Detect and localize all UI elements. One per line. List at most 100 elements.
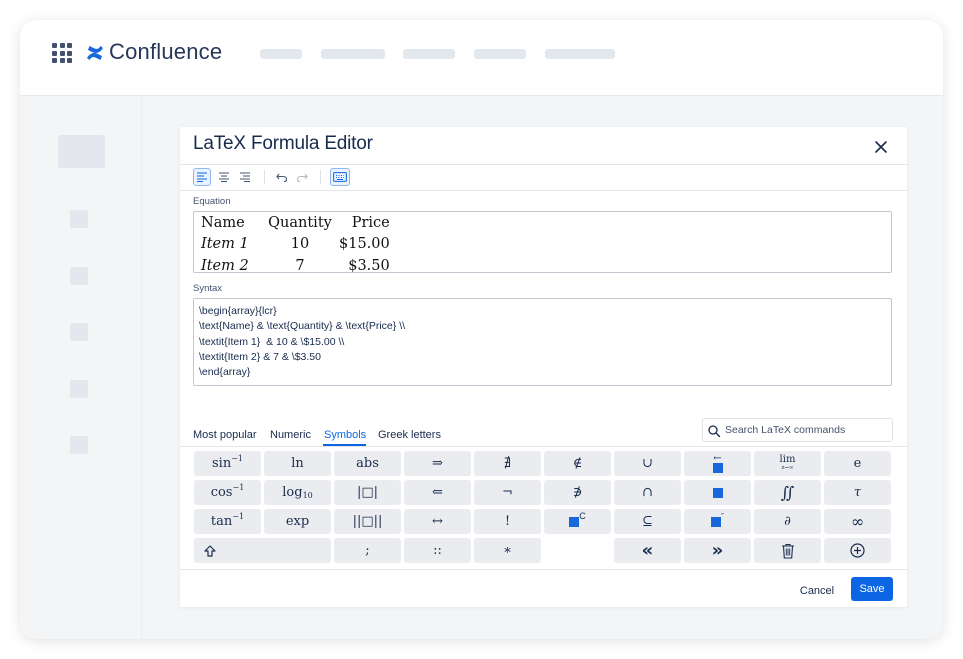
confluence-logo-icon [87,46,103,60]
cancel-button[interactable]: Cancel [792,579,842,603]
key-second-derivative[interactable]: ″ [684,509,751,534]
align-center-icon [219,172,229,182]
tab-most-popular[interactable]: Most popular [193,429,257,441]
search-input[interactable] [725,422,885,438]
key-nexists[interactable]: ∄ [474,451,541,476]
key-subseteq[interactable]: ⊆ [614,509,681,534]
key-move-left[interactable]: « [614,538,681,563]
equation-cell: Item 2 [201,257,249,274]
key-notin[interactable]: ∉ [544,451,611,476]
key-log10[interactable]: log 10 [264,480,331,505]
key-arcsin[interactable]: sin −1 [194,451,261,476]
key-exp[interactable]: exp [264,509,331,534]
key-semicolon[interactable]: ; [334,538,401,563]
key-move-right[interactable]: » [684,538,751,563]
redo-icon [296,173,308,182]
keyboard-toggle-button[interactable] [330,168,350,186]
key-iff[interactable]: ↔ [404,509,471,534]
key-superscript: −1 [231,454,243,463]
shift-icon [204,544,216,557]
placeholder-box-icon [712,487,723,498]
key-ln[interactable]: ln [264,451,331,476]
key-superscript: −1 [232,483,245,492]
key-implies[interactable]: ⇒ [404,451,471,476]
syntax-line: \textit{Item 1} & 10 & \$15.00 \\ [199,335,345,348]
key-infinity[interactable]: ∞ [824,509,891,534]
key-cup[interactable]: ∪ [614,451,681,476]
align-left-button[interactable] [193,168,211,186]
key-asterisk[interactable]: ∗ [474,538,541,563]
tab-numeric[interactable]: Numeric [270,429,311,441]
key-delete[interactable] [754,538,821,563]
sidebar-item-placeholder [70,210,88,228]
equation-cell: Item 1 [201,236,249,253]
key-shift[interactable] [194,538,331,563]
latex-search-box[interactable] [702,418,893,442]
key-double-colon[interactable]: :: [404,538,471,563]
key-abs-box[interactable]: |□| [334,480,401,505]
toolbar-separator [264,170,265,184]
key-neg[interactable]: ¬ [474,480,541,505]
key-superscript: −1 [232,512,245,521]
syntax-line: \begin{array}{lcr} [199,305,277,317]
key-subscript: 10 [302,491,313,500]
syntax-line: \end{array} [199,366,251,379]
nav-placeholder [260,49,302,59]
key-e[interactable]: e [824,451,891,476]
sidebar-item-placeholder [70,436,88,454]
equation-label: Equation [193,196,231,207]
syntax-label: Syntax [193,283,223,294]
close-icon[interactable] [870,136,892,158]
redo-button[interactable] [293,168,311,186]
key-limit[interactable]: lim z→∞ [754,451,821,476]
key-add[interactable] [824,538,891,563]
equation-row: Item 1 10 $15.00 [201,234,390,256]
nav-placeholder [403,49,455,59]
syntax-editor[interactable]: \begin{array}{lcr} \text{Name} & \text{Qu… [193,298,892,386]
key-abs[interactable]: abs [334,451,401,476]
tab-symbols[interactable]: Symbols [324,429,366,441]
equation-cell: 7 [295,257,305,274]
key-norm-box[interactable]: ||□|| [334,509,401,534]
key-impliedby[interactable]: ⇐ [404,480,471,505]
divider [180,164,907,165]
tab-greek-letters[interactable]: Greek letters [378,429,441,441]
symbol-keyboard: sin −1 ln abs ⇒ ∄ ∉ ∪ ← lim z→∞ e cos −1 lo… [194,451,893,565]
key-partial[interactable]: ∂ [754,509,821,534]
top-navigation: Confluence [20,20,943,96]
save-button[interactable]: Save [851,577,893,601]
placeholder-box-icon [569,516,580,527]
key-arccos[interactable]: cos −1 [194,480,261,505]
sidebar-item-placeholder [70,380,88,398]
sidebar-placeholder [58,135,105,168]
equation-array: Name Quantity Price Item 1 10 $15.00 Ite… [201,212,390,277]
divider [180,446,907,447]
align-left-icon [197,172,207,182]
align-center-button[interactable] [215,168,233,186]
sidebar-item-placeholder [70,323,88,341]
key-complement[interactable]: C [544,509,611,534]
equation-cell: $3.50 [348,257,390,274]
plus-circle-icon [850,543,865,558]
divider [180,569,907,570]
equation-preview[interactable]: Name Quantity Price Item 1 10 $15.00 Ite… [193,211,892,274]
key-double-integral[interactable]: ∬ [754,480,821,505]
app-switcher-icon[interactable] [52,43,72,63]
equation-cell: Price [351,214,390,231]
key-factorial[interactable]: ! [474,509,541,534]
app-name: Confluence [109,39,223,64]
equation-cell: Name [201,214,245,231]
key-cap[interactable]: ∩ [614,480,681,505]
key-placeholder[interactable] [684,480,751,505]
equation-cell: $15.00 [339,236,390,253]
key-overleftarrow[interactable]: ← [684,451,751,476]
nav-placeholder [545,49,615,59]
key-notni[interactable]: ∌ [544,480,611,505]
align-right-button[interactable] [236,168,254,186]
key-arctan[interactable]: tan −1 [194,509,261,534]
syntax-line: \text{Name} & \text{Quantity} & \text{Pr… [199,320,406,333]
key-superscript: ″ [721,512,724,521]
placeholder-box-icon [711,516,721,527]
key-tau[interactable]: τ [824,480,891,505]
undo-button[interactable] [273,168,291,186]
